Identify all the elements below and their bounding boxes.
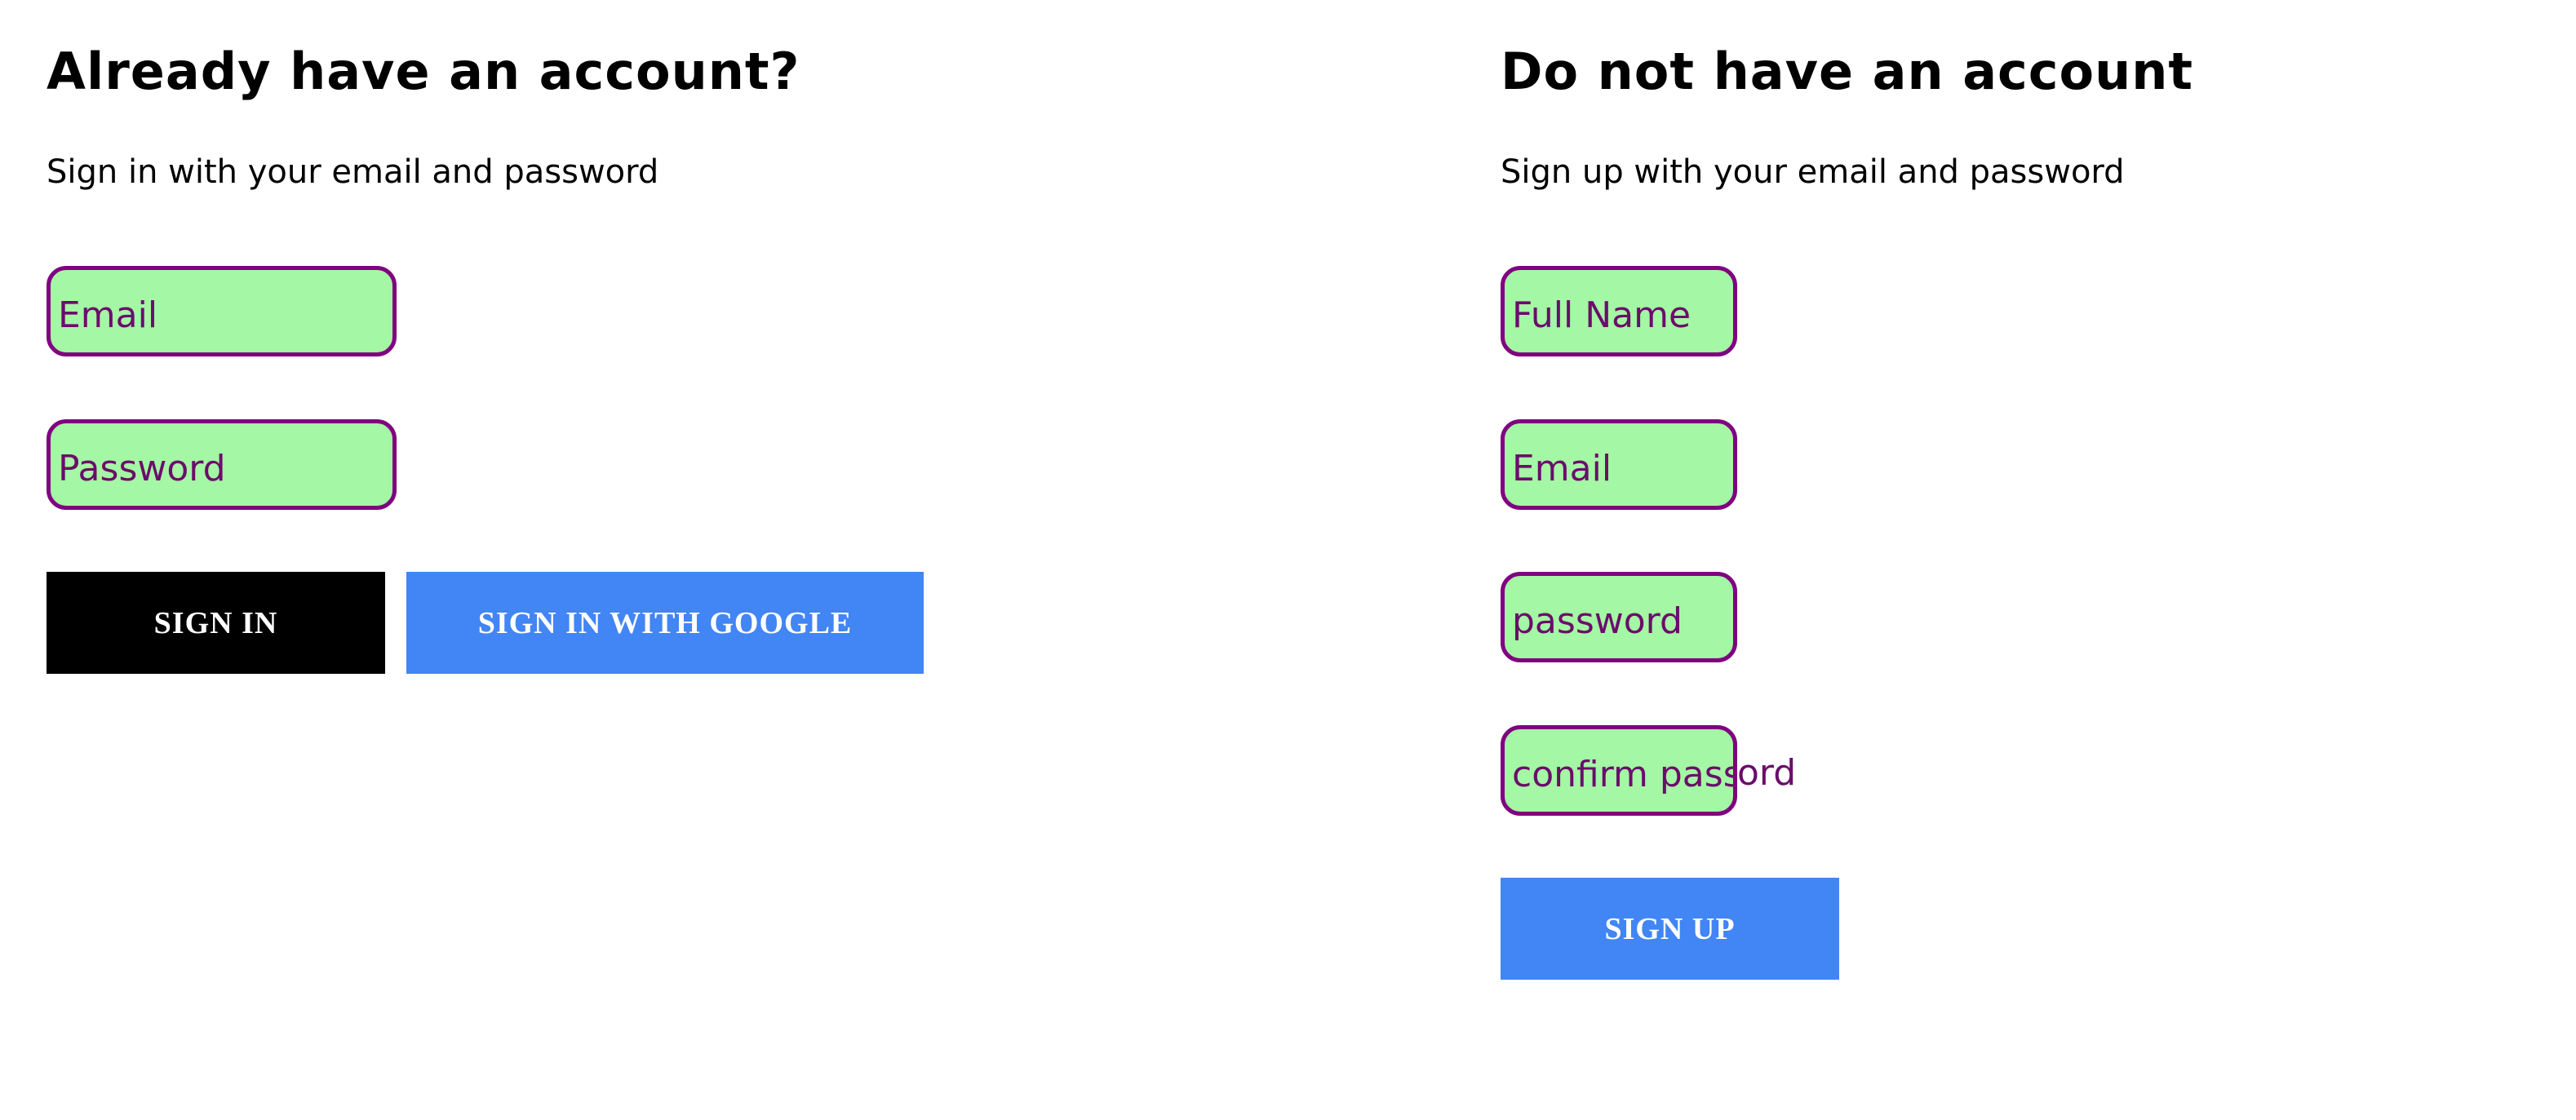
signin-subheading: Sign in with your email and password	[47, 153, 659, 191]
signin-email-input[interactable]	[47, 266, 397, 356]
signup-fullname-input[interactable]	[1501, 266, 1737, 356]
signin-heading: Already have an account?	[47, 42, 800, 101]
signup-email-input[interactable]	[1501, 419, 1737, 510]
signup-button[interactable]: SIGN UP	[1501, 878, 1839, 980]
signin-with-google-button[interactable]: SIGN IN WITH GOOGLE	[406, 572, 924, 674]
signup-subheading: Sign up with your email and password	[1501, 153, 2125, 191]
signin-button[interactable]: SIGN IN	[47, 572, 385, 674]
signup-heading: Do not have an account	[1501, 42, 2194, 101]
signin-password-input[interactable]	[47, 419, 397, 510]
signup-password-input[interactable]	[1501, 572, 1737, 662]
confirm-placeholder-overflow: ord	[1737, 752, 1797, 794]
signup-confirm-password-input[interactable]	[1501, 725, 1737, 816]
